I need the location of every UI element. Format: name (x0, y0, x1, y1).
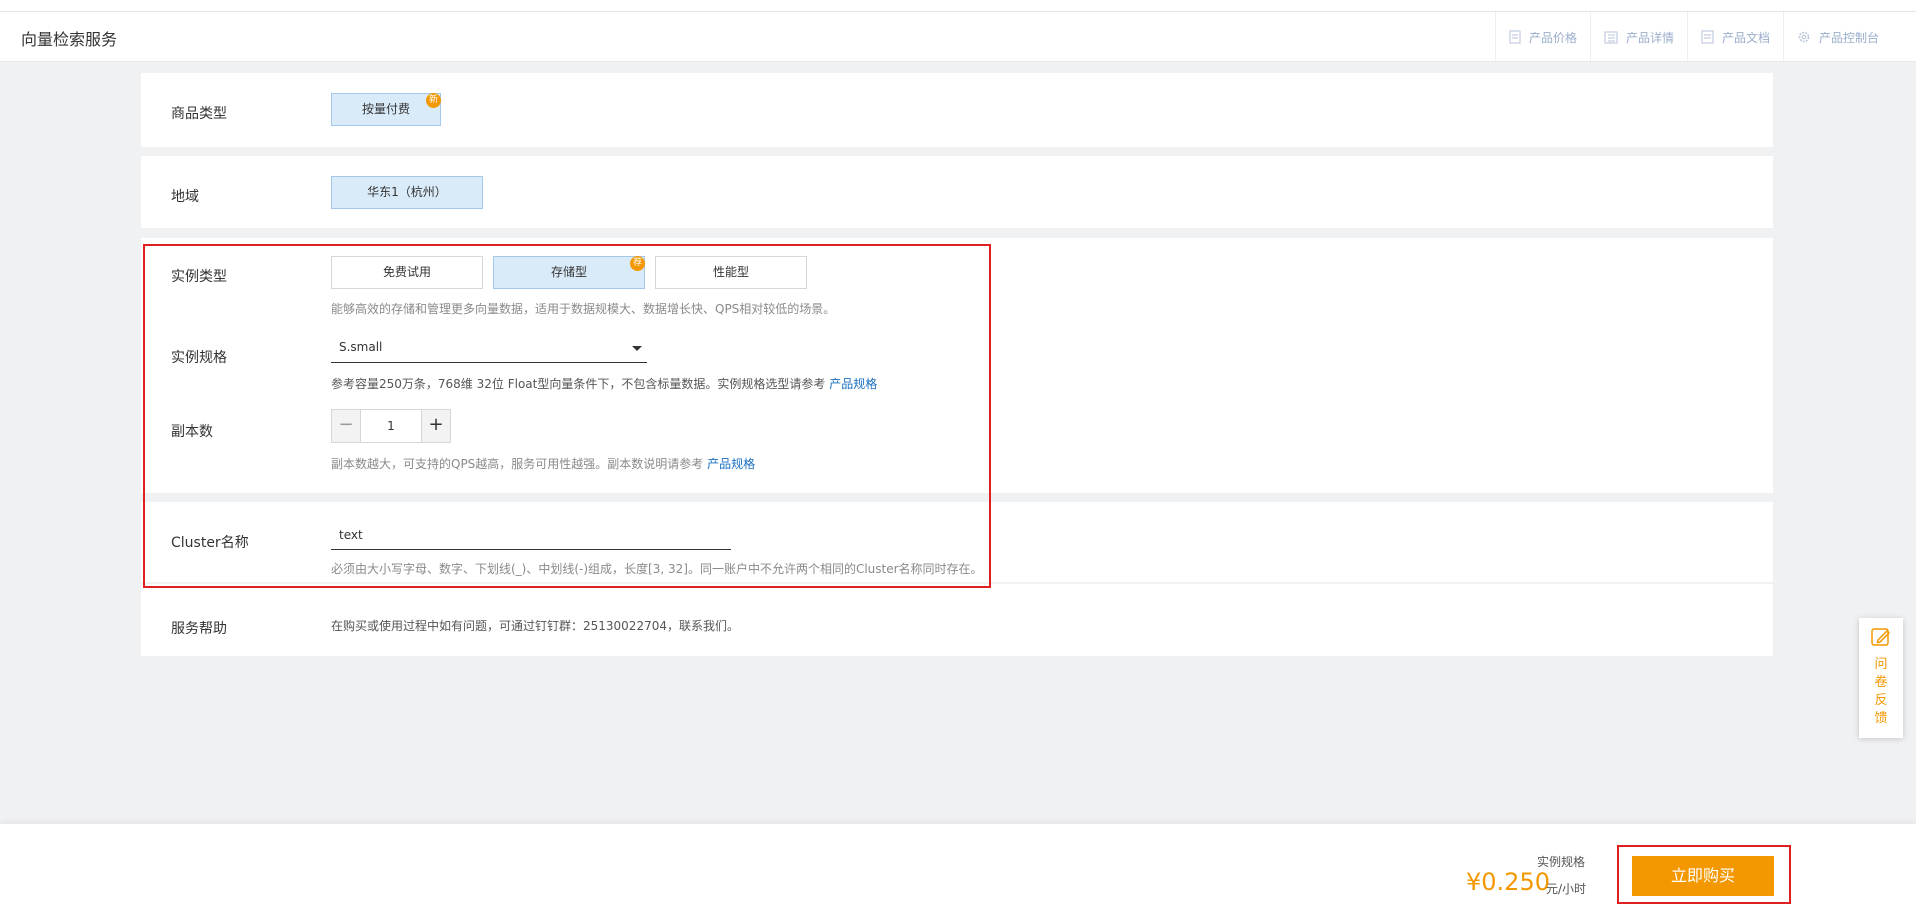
product-price-link[interactable]: 产品价格 (1494, 12, 1590, 62)
product-console-link[interactable]: 产品控制台 (1782, 12, 1892, 62)
product-detail-label: 产品详情 (1625, 30, 1674, 45)
pay-as-you-go-text: 按量付费 (361, 102, 410, 116)
pay-as-you-go-option[interactable]: 按量付费 新 (331, 93, 441, 126)
page-title: 向量检索服务 (21, 30, 118, 49)
highlight-box-config (143, 244, 991, 588)
product-detail-link[interactable]: 产品详情 (1589, 12, 1687, 62)
highlight-box-buy (1617, 845, 1791, 904)
region-label: 地域 (171, 189, 199, 205)
detail-list-icon (1604, 31, 1618, 43)
feedback-label: 问卷反馈 (1874, 657, 1888, 726)
help-description: 在购买或使用过程中如有问题，可通过钉钉群：25130022704，联系我们。 (331, 619, 739, 633)
region-section: 地域 华东1（杭州） (141, 156, 1773, 228)
product-console-label: 产品控制台 (1818, 30, 1879, 45)
product-price-label: 产品价格 (1528, 30, 1577, 45)
price-value: ¥0.250 (1466, 868, 1550, 896)
document-icon (1701, 30, 1714, 44)
header-links: 产品价格 产品详情 产品文档 产品控制台 (1494, 12, 1892, 62)
feedback-widget[interactable]: 问卷反馈 (1859, 618, 1903, 738)
page-header: 向量检索服务 产品价格 产品详情 产品文档 产品控制台 (0, 12, 1916, 62)
new-badge: 新 (426, 93, 441, 108)
gear-icon (1798, 31, 1810, 43)
help-section: 服务帮助 在购买或使用过程中如有问题，可通过钉钉群：25130022704，联系… (141, 584, 1773, 656)
product-doc-label: 产品文档 (1721, 30, 1770, 45)
help-label: 服务帮助 (171, 621, 227, 637)
top-strip (0, 0, 1916, 12)
region-option-text: 华东1（杭州） (367, 185, 447, 199)
product-doc-link[interactable]: 产品文档 (1686, 12, 1783, 62)
edit-icon (1871, 628, 1891, 646)
region-option-hangzhou[interactable]: 华东1（杭州） (331, 176, 483, 209)
commodity-type-label: 商品类型 (171, 106, 227, 122)
price-doc-icon (1509, 30, 1521, 44)
commodity-type-section: 商品类型 按量付费 新 (141, 73, 1773, 147)
price-unit: 元/小时 (1546, 882, 1587, 896)
